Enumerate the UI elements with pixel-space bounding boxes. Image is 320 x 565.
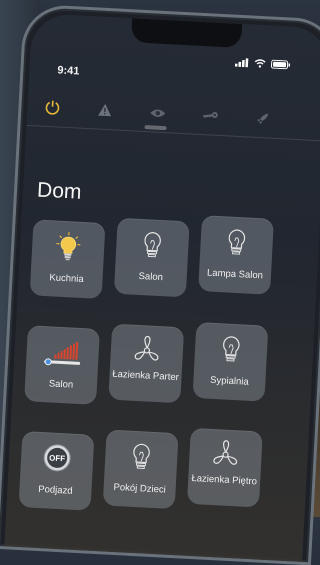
battery-icon xyxy=(271,60,291,70)
tile-lazienka-parter[interactable]: Łazienka Parter xyxy=(108,324,184,404)
tile-kuchnia[interactable]: Kuchnia xyxy=(30,219,106,299)
status-time: 9:41 xyxy=(57,64,80,77)
lightbulb-icon xyxy=(224,226,250,257)
tile-label: Salon xyxy=(27,377,96,393)
power-icon xyxy=(44,99,61,116)
tile-label: Łazienka Parter xyxy=(111,369,180,385)
tile-salon-slider[interactable]: Salon xyxy=(24,325,100,405)
tile-sypialnia[interactable]: Sypialnia xyxy=(192,322,268,402)
signal-icon xyxy=(235,58,249,68)
page-title: Dom xyxy=(36,178,82,204)
tile-label: Pokój Dzieci xyxy=(105,481,174,497)
phone-screen: 9:41 Dom xyxy=(4,13,320,562)
tab-launch[interactable] xyxy=(247,104,278,132)
wrench-icon xyxy=(201,108,218,123)
tile-label: Sypialnia xyxy=(195,374,264,390)
svg-text:OFF: OFF xyxy=(49,453,66,463)
tile-label: Salon xyxy=(116,270,185,286)
tile-label: Lampa Salon xyxy=(201,267,270,283)
slider-bars-icon xyxy=(42,336,84,368)
tab-view[interactable] xyxy=(142,99,173,127)
tile-pokoj-dzieci[interactable]: Pokój Dzieci xyxy=(103,429,179,509)
tab-power[interactable] xyxy=(37,93,68,121)
rocket-icon xyxy=(254,110,270,126)
lightbulb-on-icon xyxy=(53,230,83,261)
lightbulb-icon xyxy=(129,441,155,472)
lightbulb-icon xyxy=(140,229,166,260)
tab-alerts[interactable] xyxy=(89,96,120,124)
tile-lazienka-pietro[interactable]: Łazienka Piętro xyxy=(187,428,263,508)
alert-triangle-icon xyxy=(97,103,113,118)
status-icons xyxy=(235,58,291,70)
phone-frame: 9:41 Dom xyxy=(0,4,320,565)
notch xyxy=(131,18,242,48)
sheet-handle[interactable] xyxy=(144,125,166,130)
lightbulb-icon xyxy=(218,333,244,364)
fan-icon xyxy=(131,335,163,367)
off-button-icon: OFF xyxy=(41,442,73,474)
fan-icon xyxy=(210,439,242,471)
wifi-icon xyxy=(254,59,266,69)
tile-lampa-salon[interactable]: Lampa Salon xyxy=(198,215,274,295)
tile-salon[interactable]: Salon xyxy=(114,218,190,298)
tile-label: Łazienka Piętro xyxy=(190,473,259,489)
eye-icon xyxy=(149,107,167,119)
tab-tools[interactable] xyxy=(194,102,225,130)
tile-label: Podjazd xyxy=(21,483,90,499)
tile-podjazd[interactable]: OFF Podjazd xyxy=(19,431,95,511)
tile-label: Kuchnia xyxy=(32,271,101,287)
